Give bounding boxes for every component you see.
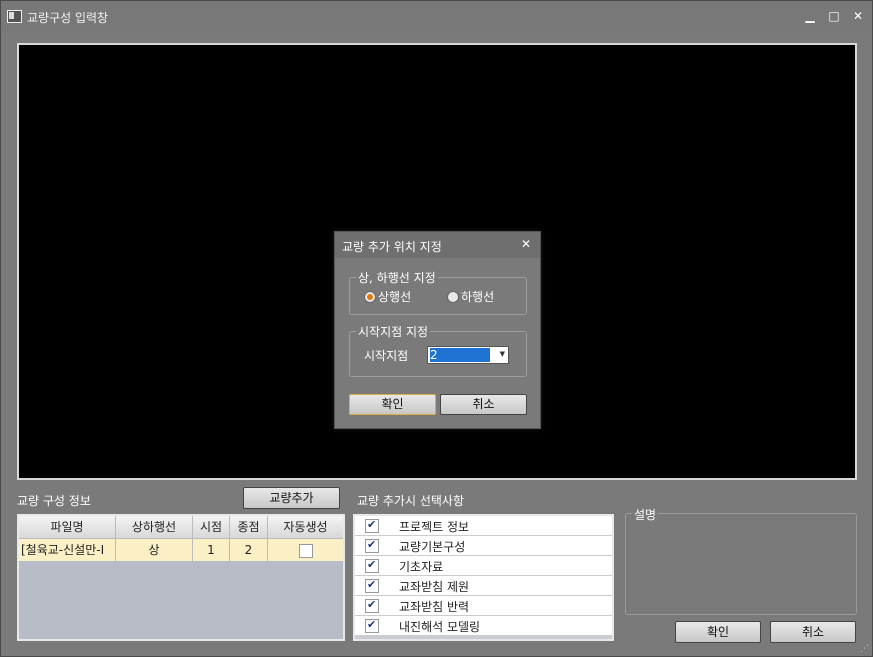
column-header[interactable]: 파일명 — [19, 516, 116, 538]
start-point-label: 시작지점 — [364, 349, 409, 363]
down-line-label[interactable]: 하행선 — [461, 288, 494, 305]
dialog-cancel-button[interactable]: 취소 — [440, 394, 527, 415]
table-header: 파일명 상하행선 시점 종점 자동생성 — [19, 516, 343, 538]
chevron-down-icon[interactable]: ▼ — [500, 350, 505, 358]
start-point-group-title: 시작지점 지정 — [356, 323, 431, 340]
close-button[interactable]: ✕ — [849, 7, 867, 25]
dialog-close-button[interactable]: ✕ — [521, 237, 531, 251]
option-label: 교량기본구성 — [399, 540, 466, 554]
option-checkbox[interactable] — [365, 598, 379, 613]
dialog-ok-button[interactable]: 확인 — [349, 394, 436, 415]
end-cell[interactable]: 2 — [230, 539, 268, 561]
add-position-dialog: 교량 추가 위치 지정 ✕ 상, 하행선 지정 상행선 하행선 시작지점 지정 … — [334, 231, 541, 429]
option-item[interactable]: 교량기본구성 — [355, 536, 612, 556]
up-line-label[interactable]: 상행선 — [378, 288, 411, 305]
title-bar[interactable]: 교량구성 입력창 ▁ □ ✕ — [1, 1, 872, 31]
option-item[interactable]: 프로젝트 정보 — [355, 516, 612, 536]
start-point-combo[interactable]: 2 ▼ — [427, 346, 509, 364]
option-item[interactable]: 내진해석 모델링 — [355, 616, 612, 636]
file-name-cell[interactable]: [철육교-신설만-I — [19, 539, 116, 561]
column-header[interactable]: 자동생성 — [268, 516, 343, 538]
bridge-info-title: 교량 구성 정보 — [17, 494, 91, 508]
minimize-button[interactable]: ▁ — [801, 7, 819, 25]
option-item[interactable]: 교좌받침 반력 — [355, 596, 612, 616]
up-line-radio[interactable] — [364, 291, 376, 303]
option-checkbox[interactable] — [365, 618, 379, 633]
option-label: 교좌받침 제원 — [399, 580, 470, 594]
option-label: 내진해석 모델링 — [399, 620, 481, 634]
table-row[interactable]: [철육교-신설만-I 상 1 2 — [19, 539, 343, 561]
resize-grip-icon[interactable]: ⋰ — [860, 644, 870, 654]
column-header[interactable]: 종점 — [230, 516, 268, 538]
main-window: 교량구성 입력창 ▁ □ ✕ 교량 구성 정보 교량추가 파일명 상하행선 시점… — [0, 0, 873, 657]
description-group: 설명 — [625, 506, 857, 615]
dialog-title-bar[interactable]: 교량 추가 위치 지정 ✕ — [335, 232, 540, 258]
add-bridge-button[interactable]: 교량추가 — [243, 487, 340, 509]
auto-generate-cell[interactable] — [268, 539, 343, 561]
cancel-button[interactable]: 취소 — [770, 621, 856, 643]
option-checkbox[interactable] — [365, 578, 379, 593]
direction-group-title: 상, 하행선 지정 — [356, 269, 438, 286]
maximize-button[interactable]: □ — [825, 7, 843, 25]
direction-group: 상, 하행선 지정 상행선 하행선 — [349, 269, 527, 315]
option-checkbox[interactable] — [365, 538, 379, 553]
down-line-radio[interactable] — [447, 291, 459, 303]
bridge-table[interactable]: 파일명 상하행선 시점 종점 자동생성 [철육교-신설만-I 상 1 2 — [17, 514, 345, 641]
column-header[interactable]: 시점 — [193, 516, 230, 538]
start-cell[interactable]: 1 — [193, 539, 230, 561]
start-point-value: 2 — [430, 348, 490, 362]
option-label: 프로젝트 정보 — [399, 520, 470, 534]
options-title: 교량 추가시 선택사항 — [357, 494, 464, 508]
auto-generate-checkbox[interactable] — [299, 544, 313, 558]
option-label: 교좌받침 반력 — [399, 600, 470, 614]
description-title: 설명 — [632, 506, 659, 523]
direction-cell[interactable]: 상 — [116, 539, 193, 561]
option-checkbox[interactable] — [365, 518, 379, 533]
option-item[interactable]: 교좌받침 제원 — [355, 576, 612, 596]
app-window-icon — [7, 10, 22, 23]
option-label: 기초자료 — [399, 560, 444, 574]
dialog-title: 교량 추가 위치 지정 — [342, 240, 442, 254]
option-item[interactable]: 기초자료 — [355, 556, 612, 576]
ok-button[interactable]: 확인 — [675, 621, 761, 643]
option-checkbox[interactable] — [365, 558, 379, 573]
options-checklist: 프로젝트 정보 교량기본구성 기초자료 교좌받침 제원 교좌받침 반력 내진해석… — [353, 514, 614, 641]
column-header[interactable]: 상하행선 — [116, 516, 193, 538]
window-title: 교량구성 입력창 — [27, 11, 109, 25]
